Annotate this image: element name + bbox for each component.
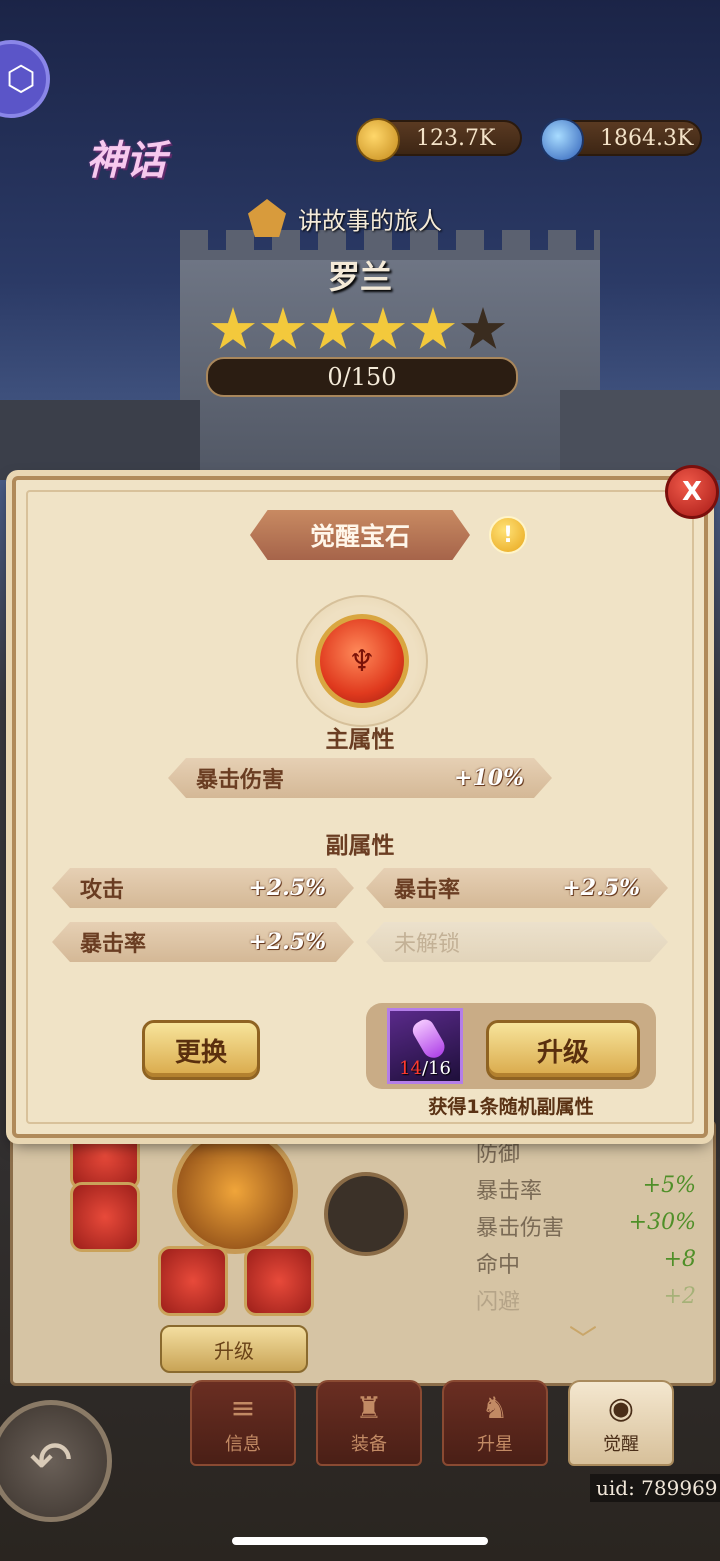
exp-bar: 0/150 xyxy=(206,357,518,397)
back-button[interactable]: ↶ xyxy=(0,1400,112,1522)
bottom-tab-bar: ≡ 信息 ♜ 装备 ♞ 升星 ◉ 觉醒 xyxy=(190,1380,674,1466)
hero-stat-list: 防御 暴击率 +5% 暴击伤害 +30% 命中 +8 闪避 +2 xyxy=(476,1136,696,1321)
stat-name: 暴击伤害 xyxy=(476,1216,565,1241)
sub-attr-bar: 攻击 +2.5% xyxy=(52,868,354,908)
stat-name: 命中 xyxy=(476,1253,521,1278)
crystal-orb-icon xyxy=(540,118,584,162)
expand-chevron-icon[interactable]: ﹀ xyxy=(553,1318,613,1356)
user-id: uid: 789969 xyxy=(590,1474,720,1502)
tab-label: 升星 xyxy=(477,1434,513,1455)
hero-title-row: 讲故事的旅人 xyxy=(248,198,442,238)
home-indicator[interactable] xyxy=(232,1537,488,1545)
info-button[interactable]: ! xyxy=(489,516,527,554)
tab-info[interactable]: ≡ 信息 xyxy=(190,1380,296,1466)
stat-value: +8 xyxy=(663,1247,696,1272)
empty-gem-slot[interactable] xyxy=(324,1172,408,1256)
tab-star-up[interactable]: ♞ 升星 xyxy=(442,1380,548,1466)
stat-row: 防御 xyxy=(476,1136,696,1173)
main-attr-heading: 主属性 xyxy=(325,727,395,753)
attr-value: +2.5% xyxy=(248,875,326,901)
star-icon xyxy=(310,307,356,349)
attr-name: 暴击伤害 xyxy=(196,768,285,793)
equipment-icon: ♜ xyxy=(355,1391,383,1426)
attr-value: +2.5% xyxy=(562,875,640,901)
tab-awaken[interactable]: ◉ 觉醒 xyxy=(568,1380,674,1466)
tab-label: 装备 xyxy=(351,1434,387,1455)
rarity-label: 神话 xyxy=(86,138,166,184)
main-attr-bar: 暴击伤害 +10% xyxy=(168,758,552,798)
crystal-counter: 1864.3K xyxy=(540,118,702,162)
attr-name: 暴击率 xyxy=(80,932,147,957)
stat-row: 暴击伤害 +30% xyxy=(476,1210,696,1247)
stat-row: 闪避 +2 xyxy=(476,1284,696,1321)
awaken-gem-icon: ♆ xyxy=(315,614,409,708)
class-badge-icon xyxy=(248,199,286,237)
star-empty-icon xyxy=(460,307,506,349)
sub-attr-heading: 副属性 xyxy=(325,833,395,859)
sub-attr-bar: 暴击率 +2.5% xyxy=(366,868,668,908)
star-up-icon: ♞ xyxy=(481,1391,509,1426)
attr-value: +10% xyxy=(454,765,524,791)
star-icon xyxy=(360,307,406,349)
stat-row: 命中 +8 xyxy=(476,1247,696,1284)
attr-value: +2.5% xyxy=(248,929,326,955)
awaken-icon: ◉ xyxy=(607,1391,635,1426)
attr-name: 未解锁 xyxy=(394,932,461,957)
wall-backdrop-left xyxy=(0,400,200,480)
stat-name: 暴击率 xyxy=(476,1179,543,1204)
stat-name: 闪避 xyxy=(476,1290,521,1315)
gold-amount: 123.7K xyxy=(416,125,496,151)
gem-slot[interactable] xyxy=(244,1246,314,1316)
star-icon xyxy=(410,307,456,349)
gold-coin-icon xyxy=(356,118,400,162)
stat-row: 暴击率 +5% xyxy=(476,1173,696,1210)
stat-name: 防御 xyxy=(476,1142,521,1167)
back-arrow-icon: ↶ xyxy=(29,1431,73,1491)
star-icon xyxy=(210,307,256,349)
gem-slot[interactable] xyxy=(158,1246,228,1316)
stat-value: +30% xyxy=(628,1210,696,1235)
gem-display: ♆ xyxy=(296,595,428,727)
attr-name: 暴击率 xyxy=(394,878,461,903)
sub-attr-locked: 未解锁 xyxy=(366,922,668,962)
upgrade-button[interactable]: 升级 xyxy=(486,1020,640,1080)
potion-icon xyxy=(409,1016,449,1062)
tab-label: 觉醒 xyxy=(603,1434,639,1455)
side-menu-button[interactable]: ⬡ xyxy=(0,40,50,118)
hero-title: 讲故事的旅人 xyxy=(298,206,442,235)
info-icon: ≡ xyxy=(230,1391,256,1426)
board-upgrade-button[interactable]: 升级 xyxy=(160,1325,308,1373)
close-button[interactable]: X xyxy=(665,465,719,519)
attr-name: 攻击 xyxy=(80,878,125,903)
upgrade-material-item[interactable]: 14/16 xyxy=(387,1008,463,1084)
gem-slot[interactable] xyxy=(70,1182,140,1252)
replace-button[interactable]: 更换 xyxy=(142,1020,260,1080)
star-icon xyxy=(260,307,306,349)
stat-value: +5% xyxy=(642,1173,696,1198)
sub-attr-bar: 暴击率 +2.5% xyxy=(52,922,354,962)
tab-equipment[interactable]: ♜ 装备 xyxy=(316,1380,422,1466)
hex-icon: ⬡ xyxy=(6,59,36,99)
hero-name: 罗兰 xyxy=(327,258,392,296)
crystal-amount: 1864.3K xyxy=(600,125,694,151)
dialog-title: 觉醒宝石 xyxy=(250,510,470,560)
tab-label: 信息 xyxy=(225,1434,261,1455)
gold-counter: 123.7K xyxy=(356,118,522,162)
hero-portrait-slot xyxy=(172,1128,298,1254)
star-rating xyxy=(210,307,506,353)
stat-value: +2 xyxy=(663,1284,696,1309)
material-count: 14/16 xyxy=(399,1058,451,1079)
upgrade-note: 获得1条随机副属性 xyxy=(428,1096,594,1118)
